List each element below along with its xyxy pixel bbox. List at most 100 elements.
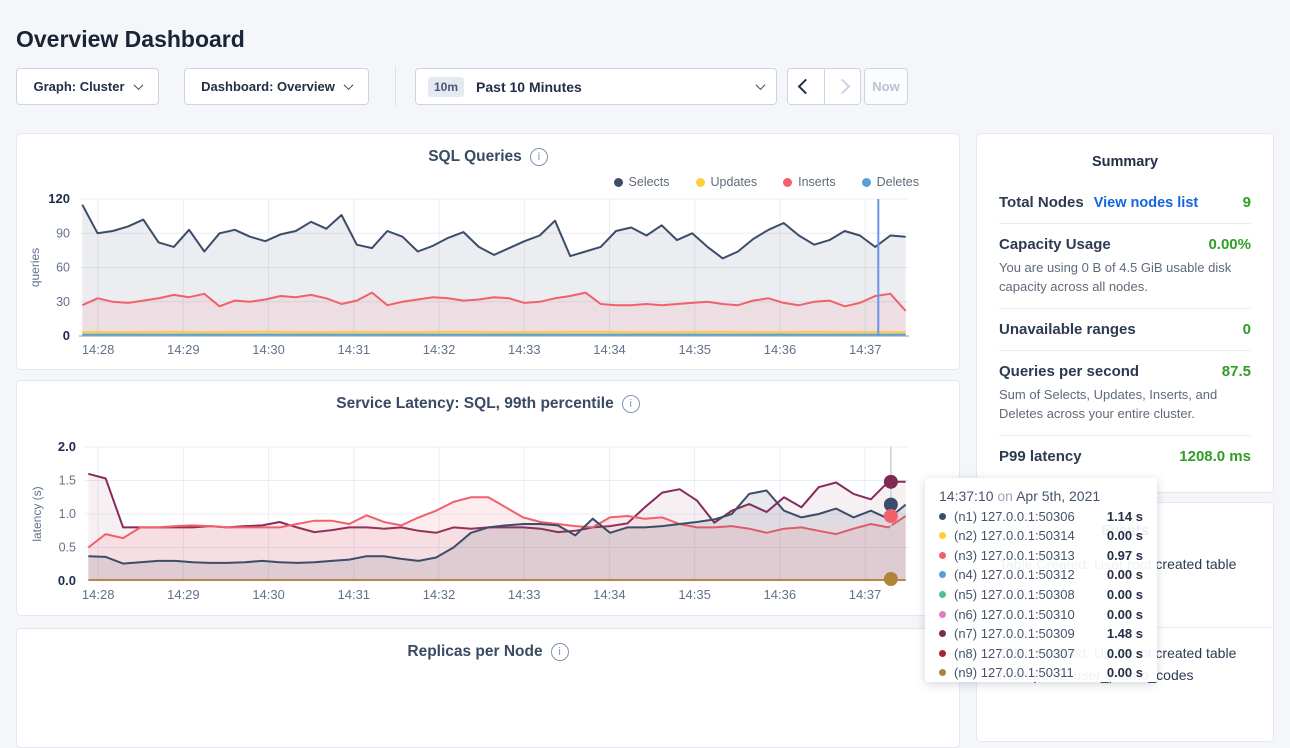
node-color-dot-icon bbox=[939, 552, 946, 559]
node-color-dot-icon bbox=[939, 532, 946, 539]
summary-section: Unavailable ranges0 bbox=[999, 308, 1251, 338]
svg-text:14:30: 14:30 bbox=[252, 587, 285, 602]
node-color-dot-icon bbox=[939, 571, 946, 578]
tooltip-node-row: (n6) 127.0.0.1:503100.00 s bbox=[939, 607, 1143, 622]
time-range-label: Past 10 Minutes bbox=[476, 79, 582, 95]
svg-text:14:33: 14:33 bbox=[508, 342, 541, 357]
replicas-per-node-card: Replicas per Node i bbox=[16, 628, 960, 748]
service-latency-card: Service Latency: SQL, 99th percentile i … bbox=[16, 380, 960, 616]
time-prev-button[interactable] bbox=[788, 69, 824, 104]
legend-item-selects[interactable]: Selects bbox=[614, 175, 670, 189]
node-latency-value: 0.00 s bbox=[1107, 587, 1143, 602]
svg-text:0.5: 0.5 bbox=[59, 541, 76, 555]
svg-text:2.0: 2.0 bbox=[58, 439, 76, 454]
svg-text:90: 90 bbox=[56, 226, 70, 240]
node-latency-value: 0.00 s bbox=[1107, 528, 1143, 543]
svg-text:30: 30 bbox=[56, 295, 70, 309]
node-address: (n4) 127.0.0.1:50312 bbox=[954, 567, 1075, 582]
summary-section: P99 latency 1208.0 ms bbox=[999, 435, 1251, 465]
summary-value: 0.00% bbox=[1208, 236, 1251, 253]
svg-text:queries: queries bbox=[28, 248, 42, 287]
tooltip-node-row: (n5) 127.0.0.1:50308 0.00 s bbox=[939, 587, 1143, 602]
svg-text:14:28: 14:28 bbox=[82, 342, 115, 357]
node-color-dot-icon bbox=[939, 611, 946, 618]
replicas-chart-title: Replicas per Node bbox=[407, 643, 542, 661]
summary-label: Unavailable ranges bbox=[999, 321, 1136, 338]
node-latency-value: 0.00 s bbox=[1107, 567, 1143, 582]
dashboard-dropdown[interactable]: Dashboard: Overview bbox=[184, 68, 369, 105]
node-latency-value: 1.48 s bbox=[1107, 626, 1143, 641]
node-color-dot-icon bbox=[939, 591, 946, 598]
toolbar-divider bbox=[395, 66, 396, 107]
summary-label: Queries per second bbox=[999, 363, 1139, 380]
node-color-dot-icon bbox=[939, 669, 946, 676]
graph-dropdown-label: Graph: Cluster bbox=[33, 79, 124, 94]
svg-text:14:36: 14:36 bbox=[764, 342, 797, 357]
tooltip-node-row: (n7) 127.0.0.1:503091.48 s bbox=[939, 626, 1143, 641]
legend-item-deletes[interactable]: Deletes bbox=[862, 175, 919, 189]
svg-text:14:32: 14:32 bbox=[423, 587, 456, 602]
chevron-right-icon bbox=[834, 79, 850, 95]
node-address: (n1) 127.0.0.1:50306 bbox=[954, 509, 1075, 524]
sql-chart-legend: Selects Updates Inserts Deletes bbox=[614, 175, 919, 189]
time-step-group bbox=[787, 68, 861, 105]
svg-text:14:34: 14:34 bbox=[593, 342, 626, 357]
node-address: (n8) 127.0.0.1:50307 bbox=[954, 646, 1075, 661]
summary-section: Capacity Usage0.00%You are using 0 B of … bbox=[999, 223, 1251, 296]
svg-text:14:31: 14:31 bbox=[338, 342, 371, 357]
svg-text:1.5: 1.5 bbox=[59, 474, 76, 488]
node-address: (n2) 127.0.0.1:50314 bbox=[954, 528, 1075, 543]
time-next-button[interactable] bbox=[824, 69, 861, 104]
summary-section: Queries per second 87.5 Sum of Selects, Up… bbox=[999, 350, 1251, 423]
legend-dot-icon bbox=[696, 178, 705, 187]
latency-chart-title: Service Latency: SQL, 99th percentile bbox=[336, 395, 613, 413]
node-latency-value: 0.00 s bbox=[1107, 646, 1143, 661]
svg-text:14:35: 14:35 bbox=[679, 342, 712, 357]
service-latency-chart[interactable]: 14:2814:2914:3014:3114:3214:3314:3414:35… bbox=[17, 433, 961, 609]
summary-description: Sum of Selects, Updates, Inserts, and De… bbox=[999, 385, 1251, 423]
summary-panel: Summary Total NodesView nodes list9Capac… bbox=[976, 133, 1274, 493]
chevron-down-icon bbox=[133, 80, 143, 90]
sql-queries-chart-title: SQL Queries bbox=[428, 148, 522, 166]
tooltip-node-row: (n8) 127.0.0.1:50307 0.00 s bbox=[939, 646, 1143, 661]
legend-dot-icon bbox=[862, 178, 871, 187]
info-icon[interactable]: i bbox=[622, 395, 640, 413]
summary-label: P99 latency bbox=[999, 448, 1082, 465]
svg-text:14:28: 14:28 bbox=[82, 587, 115, 602]
tooltip-node-row: (n1) 127.0.0.1:50306 1.14 s bbox=[939, 509, 1143, 524]
chevron-down-icon bbox=[343, 80, 353, 90]
summary-value: 87.5 bbox=[1222, 363, 1251, 380]
node-color-dot-icon bbox=[939, 630, 946, 637]
info-icon[interactable]: i bbox=[551, 643, 569, 661]
view-nodes-list-link[interactable]: View nodes list bbox=[1094, 195, 1199, 211]
info-icon[interactable]: i bbox=[530, 148, 548, 166]
summary-value: 1208.0 ms bbox=[1179, 448, 1251, 465]
svg-text:0.0: 0.0 bbox=[58, 573, 76, 588]
svg-text:14:32: 14:32 bbox=[423, 342, 456, 357]
node-latency-value: 1.14 s bbox=[1107, 509, 1143, 524]
graph-dropdown[interactable]: Graph: Cluster bbox=[16, 68, 159, 105]
legend-item-updates[interactable]: Updates bbox=[696, 175, 758, 189]
node-latency-value: 0.97 s bbox=[1107, 548, 1143, 563]
summary-label: Total Nodes bbox=[999, 194, 1084, 211]
now-button[interactable]: Now bbox=[864, 68, 908, 105]
chevron-down-icon bbox=[756, 80, 766, 90]
node-address: (n5) 127.0.0.1:50308 bbox=[954, 587, 1075, 602]
node-color-dot-icon bbox=[939, 513, 946, 520]
sql-queries-chart[interactable]: 14:2814:2914:3014:3114:3214:3314:3414:35… bbox=[17, 190, 961, 362]
sql-queries-card: SQL Queries i Selects Updates Inserts Delet… bbox=[16, 133, 960, 370]
legend-label: Deletes bbox=[877, 175, 919, 189]
tooltip-node-row: (n2) 127.0.0.1:50314 0.00 s bbox=[939, 528, 1143, 543]
svg-text:14:30: 14:30 bbox=[252, 342, 285, 357]
time-range-selector[interactable]: 10m Past 10 Minutes bbox=[415, 68, 777, 105]
svg-text:14:35: 14:35 bbox=[678, 587, 711, 602]
legend-item-inserts[interactable]: Inserts bbox=[783, 175, 836, 189]
svg-text:120: 120 bbox=[48, 191, 70, 206]
page-title: Overview Dashboard bbox=[16, 26, 245, 53]
node-latency-value: 0.00 s bbox=[1107, 665, 1143, 680]
chevron-left-icon bbox=[798, 79, 814, 95]
legend-label: Selects bbox=[629, 175, 670, 189]
legend-dot-icon bbox=[783, 178, 792, 187]
svg-text:60: 60 bbox=[56, 261, 70, 275]
tooltip-node-row: (n9) 127.0.0.1:503110.00 s bbox=[939, 665, 1143, 680]
